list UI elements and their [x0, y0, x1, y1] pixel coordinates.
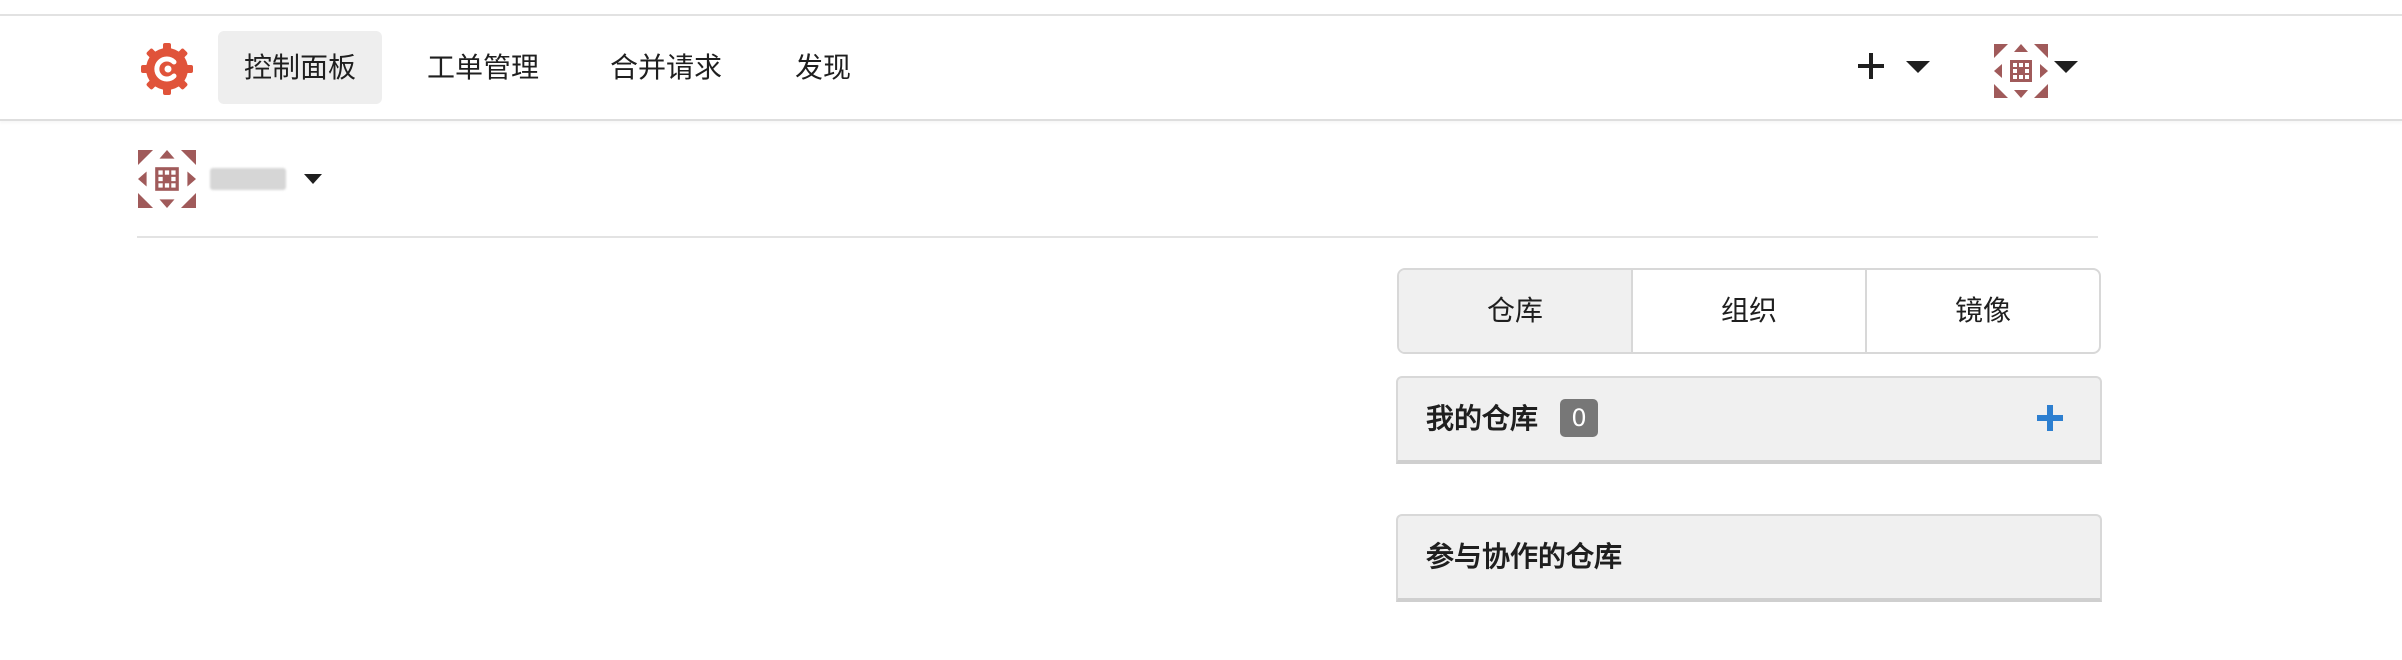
- nav-pull-requests[interactable]: 合并请求: [584, 31, 748, 104]
- user-avatar[interactable]: [1994, 44, 2048, 98]
- plus-icon[interactable]: [1855, 50, 1887, 82]
- repo-tabs: 仓库 组织 镜像: [1397, 268, 2101, 354]
- context-user-name: [210, 168, 286, 190]
- create-dropdown-caret-icon[interactable]: [1906, 61, 1930, 73]
- user-dropdown-caret-icon[interactable]: [2054, 61, 2078, 73]
- context-user-avatar: [138, 150, 196, 208]
- nav-explore[interactable]: 发现: [769, 31, 877, 104]
- tab-mirrors[interactable]: 镜像: [1867, 270, 2099, 352]
- collab-repos-title: 参与协作的仓库: [1426, 540, 1623, 573]
- tab-repositories[interactable]: 仓库: [1399, 270, 1633, 352]
- section-divider: [137, 236, 2098, 238]
- nav-dashboard[interactable]: 控制面板: [218, 31, 383, 104]
- plus-icon[interactable]: [2036, 404, 2064, 432]
- top-navbar: 控制面板 工单管理 合并请求 发现: [0, 16, 2402, 121]
- my-repos-panel: 我的仓库 0: [1396, 376, 2102, 464]
- gitea-logo-icon[interactable]: [138, 40, 196, 98]
- nav-issues[interactable]: 工单管理: [401, 31, 565, 104]
- context-dropdown-caret-icon[interactable]: [304, 174, 322, 184]
- repo-count-badge: 0: [1560, 399, 1598, 437]
- my-repos-title: 我的仓库: [1426, 402, 1539, 435]
- top-border: [0, 0, 2402, 16]
- collab-repos-panel: 参与协作的仓库: [1396, 514, 2102, 602]
- tab-organizations[interactable]: 组织: [1633, 270, 1867, 352]
